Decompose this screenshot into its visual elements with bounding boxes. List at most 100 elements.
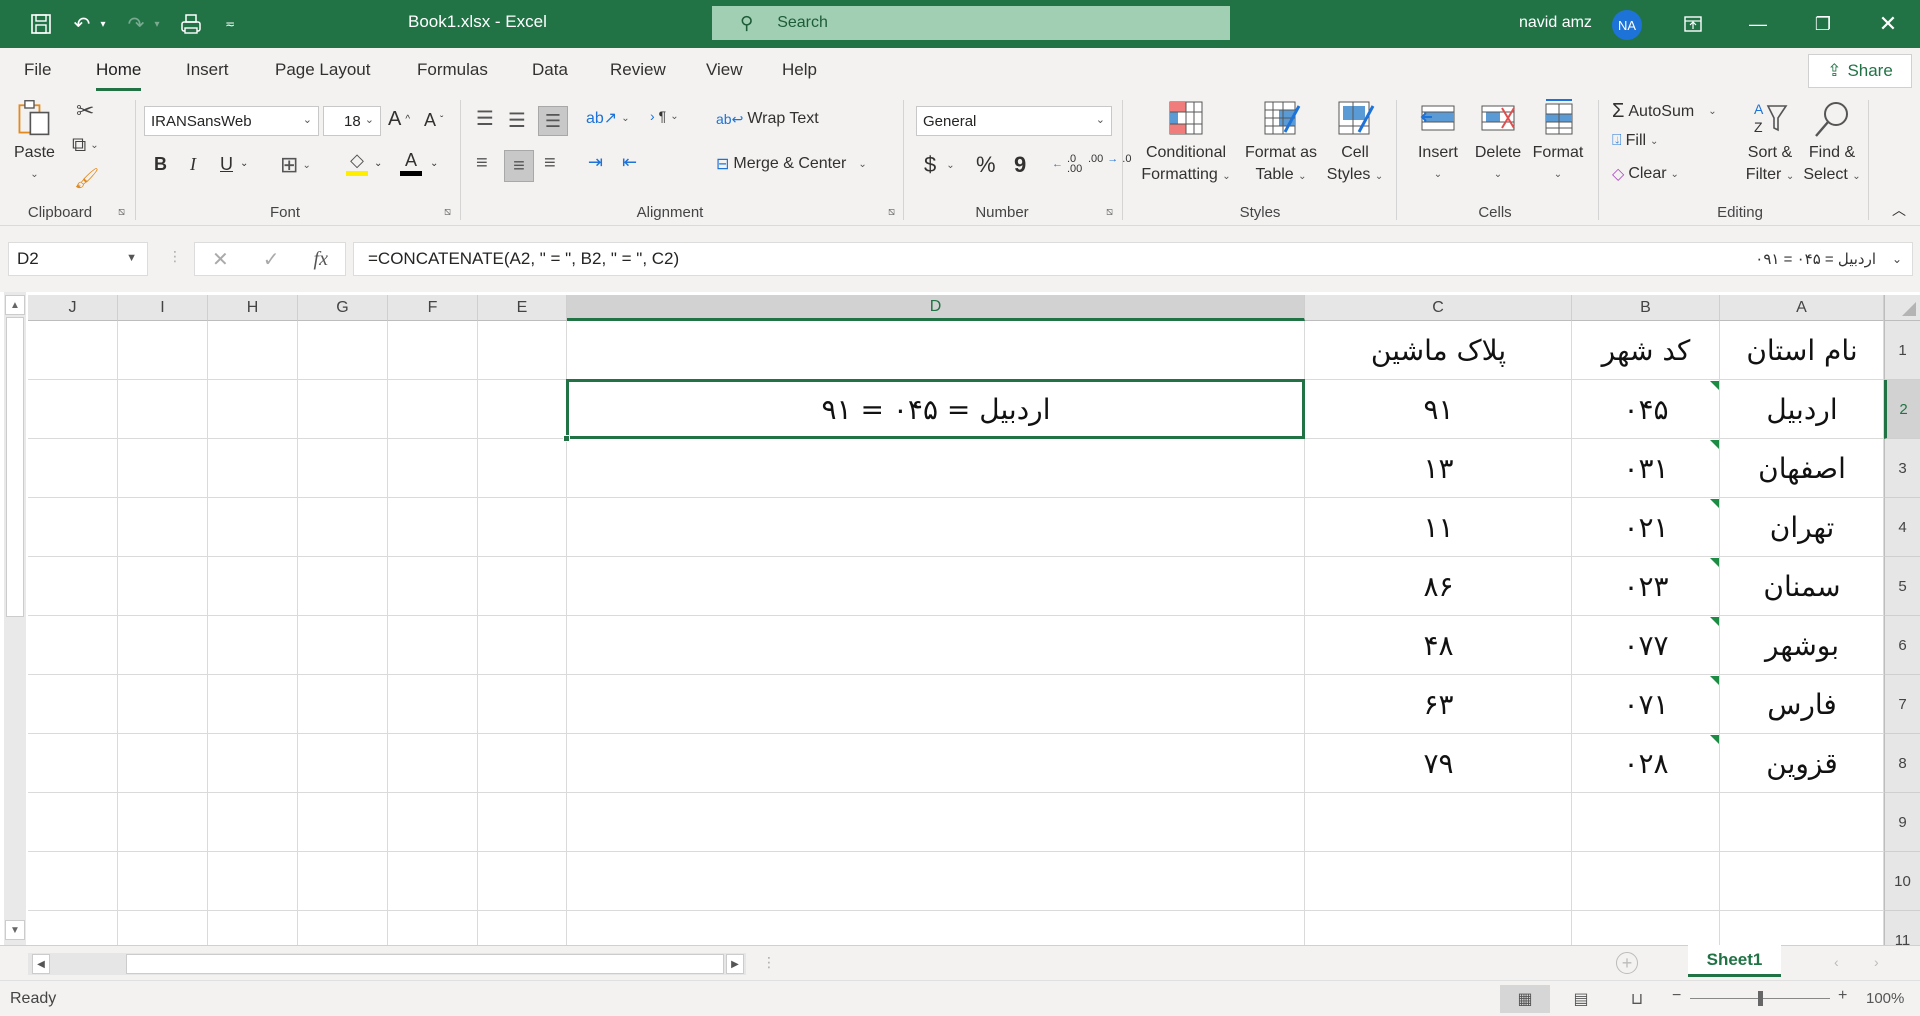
cell-b8[interactable]: ۰۲۸ [1572, 734, 1720, 793]
align-left-icon[interactable]: ≡ [476, 152, 488, 175]
currency-button[interactable]: $ ⌄ [924, 152, 955, 178]
cell-c8[interactable]: ۷۹ [1305, 734, 1572, 793]
column-header-c[interactable]: C [1305, 295, 1572, 321]
restore-icon[interactable]: ❐ [1800, 8, 1846, 40]
tab-formulas[interactable]: Formulas [417, 60, 488, 80]
cell-b7[interactable]: ۰۷۱ [1572, 675, 1720, 734]
cell-b2[interactable]: ۰۴۵ [1572, 380, 1720, 439]
zoom-slider[interactable] [1690, 991, 1830, 1006]
enter-icon[interactable]: ✓ [263, 247, 280, 272]
comma-style-button[interactable]: 9 [1014, 152, 1026, 178]
font-launcher-icon[interactable]: ⧅ [444, 206, 451, 219]
save-icon[interactable] [26, 10, 56, 38]
close-icon[interactable]: ✕ [1865, 8, 1911, 40]
share-button[interactable]: ⇪ Share [1808, 54, 1912, 88]
page-break-preview-icon[interactable]: ⊔ [1612, 985, 1662, 1013]
top-align-icon[interactable]: ☰ [476, 106, 494, 131]
sheet-tab-sheet1[interactable]: Sheet1 [1688, 945, 1781, 977]
font-color-icon[interactable]: A [400, 150, 422, 176]
cell-b6[interactable]: ۰۷۷ [1572, 616, 1720, 675]
cell-c7[interactable]: ۶۳ [1305, 675, 1572, 734]
align-right-icon[interactable]: ≡ [544, 152, 556, 175]
wrap-text-button[interactable]: ab↩ Wrap Text [716, 110, 819, 128]
error-indicator-icon[interactable] [1710, 440, 1719, 449]
insert-function-icon[interactable]: fx [314, 248, 328, 271]
row-header-4[interactable]: 4 [1884, 498, 1920, 557]
merge-center-button[interactable]: ⊟ Merge & Center ⌄ [716, 154, 867, 174]
insert-cells-button[interactable]: Insert ⌄ [1410, 98, 1466, 186]
sort-filter-button[interactable]: AZ Sort & Filter ⌄ [1740, 98, 1800, 188]
decrease-indent-icon[interactable]: ⇤ [622, 152, 637, 173]
error-indicator-icon[interactable] [1710, 499, 1719, 508]
vertical-scrollbar[interactable]: ▲ ▼ [4, 292, 26, 945]
row-header-2[interactable]: 2 [1884, 380, 1920, 439]
tab-help[interactable]: Help [782, 60, 817, 80]
scroll-right-icon[interactable]: ▶ [726, 954, 744, 974]
vertical-scroll-thumb[interactable] [6, 317, 24, 617]
cut-icon[interactable]: ✂ [76, 98, 94, 124]
user-name[interactable]: navid amz [1519, 14, 1592, 32]
page-layout-view-icon[interactable]: ▤ [1556, 985, 1606, 1013]
row-header-1[interactable]: 1 [1884, 321, 1920, 380]
tab-home[interactable]: Home [96, 60, 142, 91]
expand-formula-bar-icon[interactable]: ⌄ [1892, 252, 1902, 266]
cell-a5[interactable]: سمنان [1720, 557, 1884, 616]
cell-c1-header[interactable]: پلاک ماشین [1305, 321, 1572, 380]
increase-decimal-icon[interactable]: ← .0.00 [1052, 154, 1082, 175]
font-name-combo[interactable]: IRANSansWeb ⌄ [144, 106, 319, 136]
column-header-d[interactable]: D [567, 295, 1305, 321]
formula-input[interactable]: =CONCATENATE(A2, " = ", B2, " = ", C2) ا… [353, 242, 1913, 276]
avatar[interactable]: NA [1612, 10, 1642, 40]
format-as-table-button[interactable]: Format as Table ⌄ [1240, 98, 1322, 188]
tab-file[interactable]: File [24, 60, 51, 80]
cell-a8[interactable]: قزوین [1720, 734, 1884, 793]
number-launcher-icon[interactable]: ⧅ [1106, 206, 1113, 219]
increase-font-size-icon[interactable]: A ^ [388, 108, 410, 131]
cell-a2[interactable]: اردبیل [1720, 380, 1884, 439]
cell-a1-header[interactable]: نام استان [1720, 321, 1884, 380]
cell-b4[interactable]: ۰۲۱ [1572, 498, 1720, 557]
cell-c2[interactable]: ۹۱ [1305, 380, 1572, 439]
cell-b1-header[interactable]: کد شهر [1572, 321, 1720, 380]
error-indicator-icon[interactable] [1710, 558, 1719, 567]
conditional-formatting-button[interactable]: Conditional Formatting ⌄ [1136, 98, 1236, 188]
increase-indent-icon[interactable]: ⇥ [588, 152, 603, 173]
cell-a4[interactable]: تهران [1720, 498, 1884, 557]
error-indicator-icon[interactable] [1710, 735, 1719, 744]
copy-icon[interactable]: ⧉ ⌄ [72, 134, 99, 157]
borders-icon[interactable]: ⊞ ⌄ [280, 152, 311, 178]
percent-button[interactable]: % [976, 152, 996, 178]
tab-review[interactable]: Review [610, 60, 666, 80]
scroll-down-icon[interactable]: ▼ [5, 920, 25, 940]
number-format-combo[interactable]: General ⌄ [916, 106, 1112, 136]
scroll-up-icon[interactable]: ▲ [5, 295, 25, 315]
font-color-dropdown-icon[interactable]: ⌄ [430, 158, 438, 169]
horizontal-scroll-thumb[interactable] [126, 954, 724, 974]
minimize-icon[interactable]: — [1735, 8, 1781, 40]
row-header-9[interactable]: 9 [1884, 793, 1920, 852]
underline-dropdown-icon[interactable]: ⌄ [240, 158, 248, 169]
customize-quick-access-icon[interactable]: ≂ [220, 10, 240, 38]
fill-color-icon[interactable]: ◇ [346, 150, 368, 176]
cancel-icon[interactable]: ✕ [212, 247, 229, 272]
tab-view[interactable]: View [706, 60, 743, 80]
column-header-a[interactable]: A [1720, 295, 1884, 321]
cell-a7[interactable]: فارس [1720, 675, 1884, 734]
column-header-e[interactable]: E [478, 295, 567, 321]
fill-button[interactable]: ⍗ Fill ⌄ [1612, 132, 1658, 150]
column-header-f[interactable]: F [388, 295, 478, 321]
bold-button[interactable]: B [154, 154, 167, 175]
undo-icon[interactable]: ↶ [68, 10, 96, 38]
redo-dropdown-icon[interactable]: ▾ [150, 10, 164, 38]
row-header-3[interactable]: 3 [1884, 439, 1920, 498]
worksheet-grid[interactable]: ▲ ▼ JIHGFEDCBA 1 2 3 4 5 6 7 8 9 10 11 نام استان کد… [0, 292, 1920, 945]
cell-c3[interactable]: ۱۳ [1305, 439, 1572, 498]
row-header-11[interactable]: 11 [1884, 911, 1920, 945]
ribbon-display-options-icon[interactable] [1670, 8, 1716, 40]
scroll-left-icon[interactable]: ◀ [32, 954, 50, 974]
autosum-button[interactable]: Σ AutoSum ⌄ [1612, 100, 1717, 123]
row-header-10[interactable]: 10 [1884, 852, 1920, 911]
cell-b5[interactable]: ۰۲۳ [1572, 557, 1720, 616]
decrease-font-size-icon[interactable]: Aˇ [424, 110, 443, 131]
column-header-j[interactable]: J [28, 295, 118, 321]
